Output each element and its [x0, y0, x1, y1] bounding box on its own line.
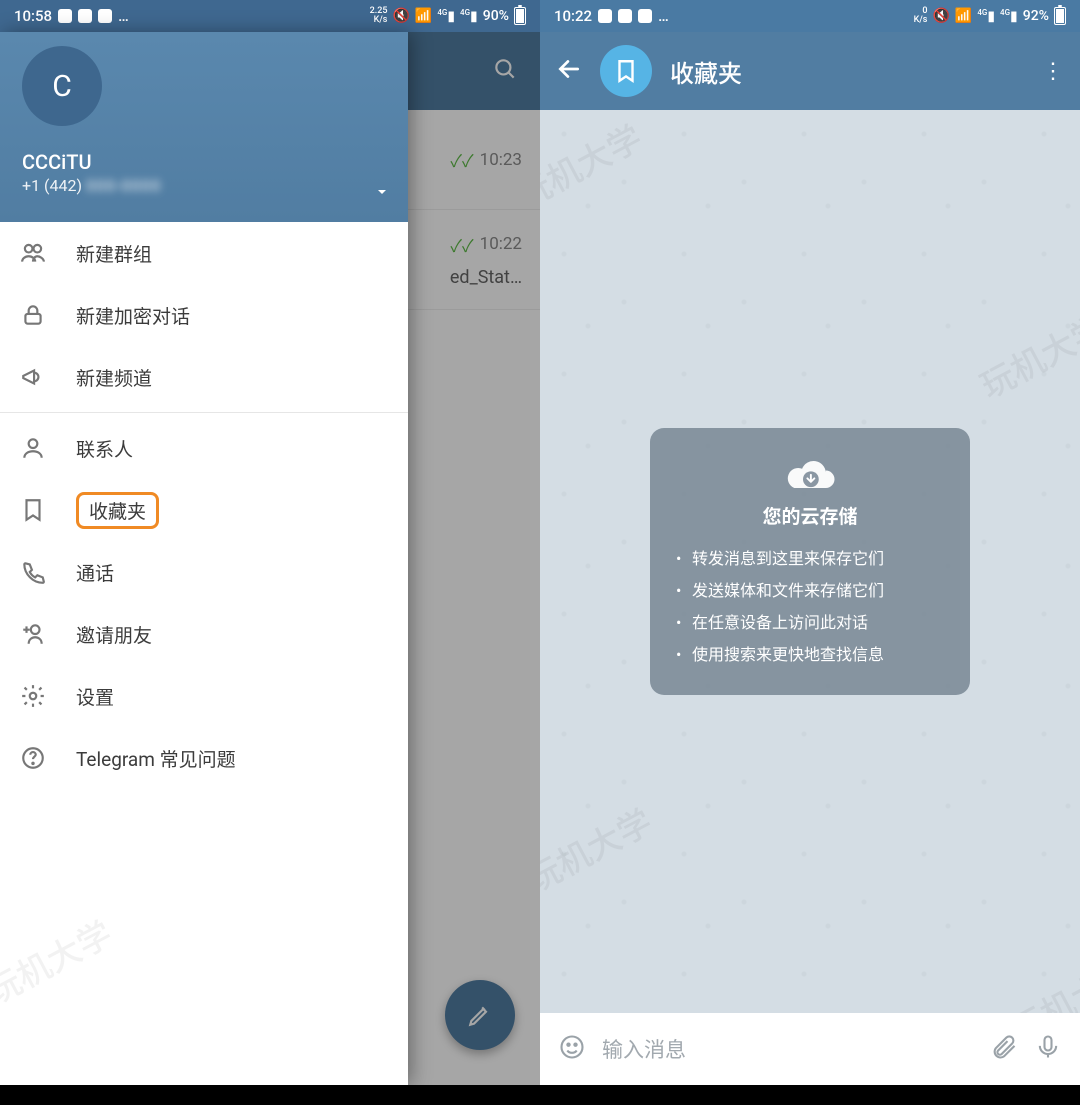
signal-icon: 4G▮ [1000, 8, 1018, 25]
navigation-drawer: C CCCiTU +1 (442) 000-0000 新建群组 新建加密对话 [0, 32, 408, 1085]
saved-messages-avatar[interactable] [600, 45, 652, 97]
avatar-letter: C [52, 69, 72, 104]
phone-left: ✓✓ 10:23 ✓✓ 10:22 ed_Stat… 10:58 2.25 K/… [0, 0, 540, 1105]
drawer-item-label: 联系人 [76, 435, 133, 462]
drawer-item-label: 新建加密对话 [76, 302, 190, 329]
status-data-rate: 2.25 K/s [370, 7, 388, 25]
back-icon[interactable] [556, 56, 582, 86]
cloud-card-title: 您的云存储 [676, 502, 944, 529]
battery-icon [514, 7, 526, 25]
drawer-header[interactable]: C CCCiTU +1 (442) 000-0000 [0, 32, 408, 222]
drawer-item-settings[interactable]: 设置 [0, 665, 408, 727]
status-app-icon [618, 9, 632, 23]
status-bar: 10:58 2.25 K/s 🔇 📶 4G▮ 4G▮ 90% [0, 0, 540, 32]
status-more-icon [118, 7, 130, 25]
avatar[interactable]: C [22, 46, 102, 126]
drawer-item-new-channel[interactable]: 新建频道 [0, 346, 408, 408]
status-time: 10:22 [554, 7, 592, 25]
status-time: 10:58 [14, 7, 52, 25]
cloud-bullet: 在任意设备上访问此对话 [676, 607, 944, 639]
status-battery-pct: 92% [1023, 8, 1049, 24]
phone-right: 10:22 0 K/s 🔇 📶 4G▮ 4G▮ 92% 收藏夹 ⋮ 玩机大学 玩… [540, 0, 1080, 1105]
signal-icon: 4G▮ [460, 8, 478, 25]
drawer-item-label: 新建频道 [76, 364, 152, 391]
divider [0, 412, 408, 413]
status-app-icon [98, 9, 112, 23]
gear-icon [18, 683, 48, 709]
status-battery-pct: 90% [483, 8, 509, 24]
message-input[interactable]: 输入消息 [602, 1034, 974, 1064]
drawer-item-label: 设置 [76, 683, 114, 710]
status-app-icon [598, 9, 612, 23]
drawer-item-calls[interactable]: 通话 [0, 541, 408, 603]
drawer-item-contacts[interactable]: 联系人 [0, 417, 408, 479]
wifi-icon: 📶 [955, 8, 972, 24]
cloud-storage-card: 您的云存储 转发消息到这里来保存它们 发送媒体和文件来存储它们 在任意设备上访问… [650, 428, 970, 695]
emoji-icon[interactable] [558, 1033, 586, 1065]
cloud-download-icon [782, 450, 838, 490]
phone-icon [18, 559, 48, 585]
android-nav-bar [0, 1085, 540, 1105]
microphone-icon[interactable] [1034, 1033, 1062, 1065]
drawer-item-faq[interactable]: Telegram 常见问题 [0, 727, 408, 789]
highlight-annotation: 收藏夹 [76, 492, 159, 529]
wifi-icon: 📶 [415, 8, 432, 24]
signal-icon: 4G▮ [977, 8, 995, 25]
help-icon [18, 745, 48, 771]
group-icon [18, 240, 48, 266]
chat-area: 玩机大学 玩机大学 玩机大学 玩机大学 您的云存储 转发消息到这里来保存它们 发… [540, 110, 1080, 1013]
drawer-item-label: Telegram 常见问题 [76, 745, 236, 772]
mute-icon: 🔇 [932, 8, 949, 24]
appbar: 收藏夹 ⋮ [540, 32, 1080, 110]
appbar-title: 收藏夹 [670, 54, 1024, 89]
drawer-item-invite-friends[interactable]: 邀请朋友 [0, 603, 408, 665]
drawer-item-label: 收藏夹 [89, 500, 146, 523]
cloud-bullet: 使用搜索来更快地查找信息 [676, 639, 944, 671]
drawer-item-new-group[interactable]: 新建群组 [0, 222, 408, 284]
profile-name: CCCiTU [22, 150, 386, 174]
megaphone-icon [18, 364, 48, 390]
more-icon[interactable]: ⋮ [1042, 59, 1064, 84]
cloud-bullet: 转发消息到这里来保存它们 [676, 543, 944, 575]
add-person-icon [18, 621, 48, 647]
battery-icon [1054, 7, 1066, 25]
mute-icon: 🔇 [392, 8, 409, 24]
profile-phone: +1 (442) 000-0000 [22, 176, 386, 195]
signal-icon: 4G▮ [437, 8, 455, 25]
drawer-item-saved-messages[interactable]: 收藏夹 [0, 479, 408, 541]
status-data-rate: 0 K/s [914, 7, 928, 25]
status-app-icon [78, 9, 92, 23]
attachment-icon[interactable] [990, 1033, 1018, 1065]
status-app-icon [638, 9, 652, 23]
lock-icon [18, 302, 48, 328]
message-input-bar: 输入消息 [540, 1013, 1080, 1085]
person-icon [18, 435, 48, 461]
cloud-bullet: 发送媒体和文件来存储它们 [676, 575, 944, 607]
bookmark-icon [18, 497, 48, 523]
cloud-card-bullets: 转发消息到这里来保存它们 发送媒体和文件来存储它们 在任意设备上访问此对话 使用… [676, 543, 944, 671]
drawer-item-label: 邀请朋友 [76, 621, 152, 648]
drawer-item-label: 通话 [76, 559, 114, 586]
drawer-item-new-secret-chat[interactable]: 新建加密对话 [0, 284, 408, 346]
status-app-icon [58, 9, 72, 23]
status-more-icon [658, 7, 670, 25]
chevron-down-icon[interactable] [374, 184, 390, 204]
drawer-list: 新建群组 新建加密对话 新建频道 联系人 收藏夹 [0, 222, 408, 1085]
android-nav-bar [540, 1085, 1080, 1105]
status-bar: 10:22 0 K/s 🔇 📶 4G▮ 4G▮ 92% [540, 0, 1080, 32]
drawer-item-label: 新建群组 [76, 240, 152, 267]
